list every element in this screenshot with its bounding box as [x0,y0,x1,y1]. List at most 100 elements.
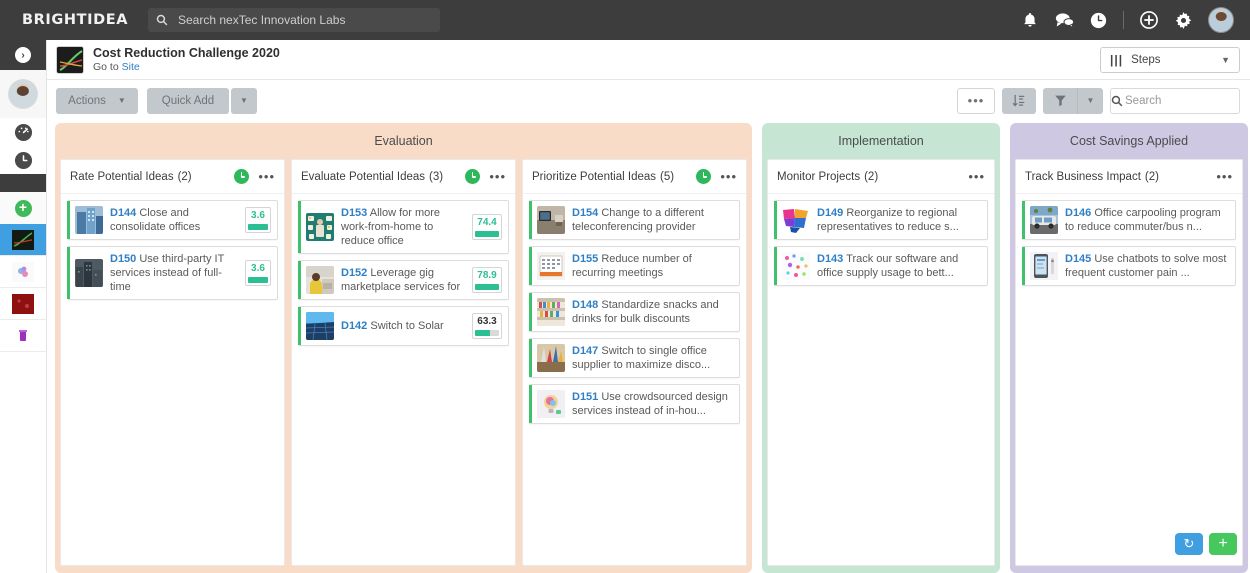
column-title: Monitor Projects [777,170,861,183]
idea-card[interactable]: D153 Allow for more work-from-home to re… [298,200,509,254]
idea-card[interactable]: D147 Switch to single office supplier to… [529,338,740,378]
sidebar-item-site-three[interactable] [0,288,46,320]
idea-id[interactable]: D145 [1065,253,1091,265]
idea-id[interactable]: D152 [341,267,367,279]
rail-divider [0,174,46,192]
user-avatar[interactable] [1208,7,1234,33]
chat-icon[interactable] [1047,0,1081,40]
gear-icon[interactable] [1166,0,1200,40]
clock-icon[interactable] [0,146,46,174]
idea-thumbnail-supplies-icon [537,344,565,372]
idea-id[interactable]: D146 [1065,207,1091,219]
column-menu-button[interactable]: ••• [1216,170,1233,183]
idea-card[interactable]: D154 Change to a different teleconferenc… [529,200,740,240]
chevron-down-icon: ▼ [1221,54,1230,65]
idea-id[interactable]: D151 [572,391,598,403]
column-menu-button[interactable]: ••• [720,170,737,183]
idea-id[interactable]: D148 [572,299,598,311]
dashboard-icon[interactable] [0,118,46,146]
board-search-input[interactable] [1123,93,1250,108]
toolbar-divider [1123,11,1124,29]
column-count: (2) [177,170,192,183]
quick-add-group: Quick Add ▼ [147,87,257,114]
rail-expand-button[interactable]: › [0,40,46,70]
clock-icon[interactable] [1081,0,1115,40]
column-count: (3) [429,170,444,183]
idea-card[interactable]: D149 Reorganize to regional representati… [774,200,988,240]
column-count: (2) [864,170,879,183]
idea-id[interactable]: D144 [110,207,136,219]
idea-score-badge: 3.6 [245,207,271,233]
idea-card[interactable]: D155 Reduce number of recurring meetings [529,246,740,286]
idea-id[interactable]: D154 [572,207,598,219]
sidebar-item-site-two[interactable] [0,256,46,288]
sort-button[interactable] [1002,87,1036,114]
sidebar-item-cost-reduction[interactable] [0,224,46,256]
filter-button[interactable] [1043,87,1077,114]
more-options-button[interactable]: ••• [957,87,995,114]
idea-card[interactable]: D150 Use third-party IT services instead… [67,246,278,300]
sort-icon [1012,94,1025,106]
view-mode-label: Steps [1131,53,1161,66]
challenge-title-block: Cost Reduction Challenge 2020 Go to Site [93,46,280,73]
global-search-box[interactable] [148,8,440,32]
quick-add-dropdown-button[interactable]: ▼ [231,87,257,114]
rail-add-button[interactable]: + [0,192,46,224]
column-card-list: D153 Allow for more work-from-home to re… [292,194,515,565]
column-card-list: D154 Change to a different teleconferenc… [523,194,746,565]
chevron-right-icon: › [15,47,31,63]
page-title: Cost Reduction Challenge 2020 [93,45,280,60]
idea-id[interactable]: D149 [817,207,843,219]
board-lane-implementation: Implementation Monitor Projects (2) ••• D149… [762,123,1000,573]
idea-id[interactable]: D147 [572,345,598,357]
column-card-list: D146 Office carpooling program to reduce… [1016,194,1242,565]
column-title: Track Business Impact [1025,170,1141,183]
idea-card-text: D148 Standardize snacks and drinks for b… [572,298,733,326]
idea-score-badge: 78.9 [472,267,502,293]
column-card-list: D149 Reorganize to regional representati… [768,194,994,565]
idea-score-badge: 3.6 [245,260,271,286]
site-thumbnail-icon [12,325,34,346]
idea-card-text: D152 Leverage gig marketplace services f… [341,266,465,294]
lane-columns: Track Business Impact (2) ••• D146 Office c… [1015,159,1243,566]
idea-card[interactable]: D142 Switch to Solar 63.3 [298,306,509,346]
clock-icon[interactable] [696,169,712,184]
actions-button[interactable]: Actions ▼ [56,87,138,114]
rail-profile-button[interactable] [0,70,46,118]
idea-card[interactable]: D144 Close and consolidate offices 3.6 [67,200,278,240]
brightidea-logo[interactable]: BRIGHTIDEA [0,12,148,28]
clock-icon[interactable] [234,169,250,184]
board-search-box[interactable] [1110,87,1250,114]
idea-id[interactable]: D153 [341,207,367,219]
idea-card[interactable]: D145 Use chatbots to solve most frequent… [1022,246,1236,286]
view-mode-select[interactable]: ||| Steps ▼ [1100,46,1240,73]
column-menu-button[interactable]: ••• [258,170,275,183]
sidebar-item-site-four[interactable] [0,320,46,352]
idea-id[interactable]: D155 [572,253,598,265]
refresh-fab[interactable]: ↻ [1175,533,1203,555]
filter-group: ▼ [1043,87,1103,114]
idea-thumbnail-calendar-icon [537,252,565,280]
idea-card[interactable]: D152 Leverage gig marketplace services f… [298,260,509,300]
bell-icon[interactable] [1013,0,1047,40]
column-menu-button[interactable]: ••• [968,170,985,183]
site-link[interactable]: Site [122,61,140,73]
idea-card[interactable]: D151 Use crowdsourced design services in… [529,384,740,424]
add-fab[interactable]: + [1209,533,1237,555]
rail-avatar-image [8,79,38,109]
column-menu-button[interactable]: ••• [489,170,506,183]
idea-card-text: D144 Close and consolidate offices [110,206,238,234]
filter-dropdown-button[interactable]: ▼ [1077,87,1103,114]
global-search-input[interactable] [176,12,440,28]
idea-card[interactable]: D148 Standardize snacks and drinks for b… [529,292,740,332]
idea-id[interactable]: D143 [817,253,843,265]
quick-add-button[interactable]: Quick Add [147,87,229,114]
idea-id[interactable]: D142 [341,320,367,332]
idea-thumbnail-monitor-icon [537,206,565,234]
idea-card[interactable]: D146 Office carpooling program to reduce… [1022,200,1236,240]
chevron-down-icon: ▼ [117,96,126,105]
clock-icon[interactable] [465,169,481,184]
idea-card[interactable]: D143 Track our software and office suppl… [774,246,988,286]
plus-circle-icon[interactable] [1132,0,1166,40]
idea-id[interactable]: D150 [110,253,136,265]
